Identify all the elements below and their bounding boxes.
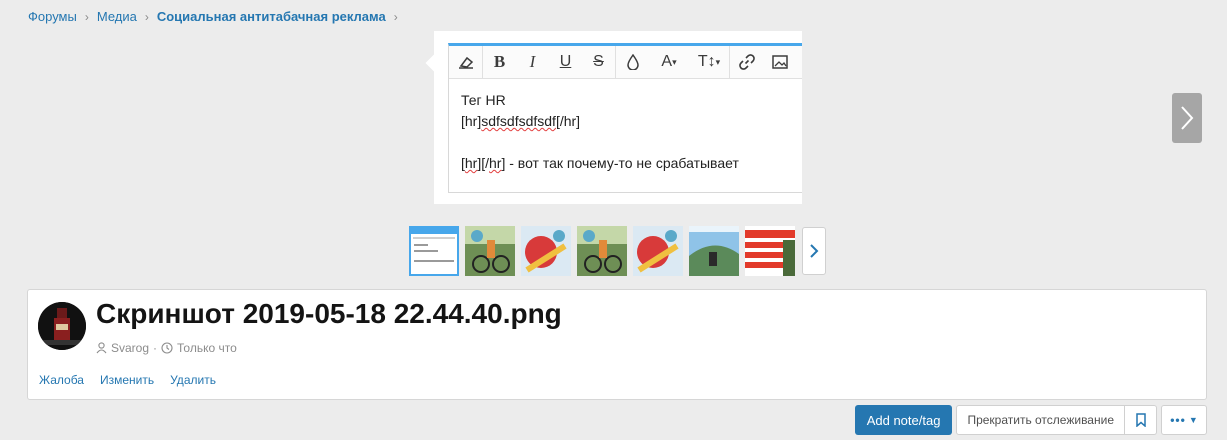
user-icon xyxy=(96,342,107,354)
add-note-button[interactable]: Add note/tag xyxy=(854,405,953,435)
eraser-icon xyxy=(449,46,482,79)
editor-line: [hr]sdfsdfsdfsdf[/hr] xyxy=(461,113,581,129)
page-title: Скриншот 2019-05-18 22.44.40.png xyxy=(96,298,562,329)
edit-link[interactable]: Изменить xyxy=(100,373,154,387)
thumbnail[interactable] xyxy=(465,226,515,276)
font-family-icon: A ▾ xyxy=(661,53,677,70)
strikethrough-icon: S xyxy=(593,53,604,70)
editor-content: Тег HR [hr]sdfsdfsdfsdf[/hr] [hr][/hr] -… xyxy=(449,79,802,185)
chevron-right-icon: › xyxy=(84,9,89,24)
more-options-button[interactable]: ••• ▼ xyxy=(1161,405,1207,435)
meta-separator: · xyxy=(153,341,158,355)
thumbnail[interactable] xyxy=(745,226,795,276)
next-image-button[interactable] xyxy=(1172,93,1202,143)
breadcrumb-category[interactable]: Социальная антитабачная реклама xyxy=(157,9,386,24)
link-icon xyxy=(730,46,763,79)
underline-icon: U xyxy=(559,53,572,70)
chevron-right-icon: › xyxy=(144,9,149,24)
author-link[interactable]: Svarog xyxy=(111,341,149,355)
media-meta: Svarog · Только что xyxy=(96,341,237,355)
media-image[interactable]: B I U S A ▾ T↕ ▾ Тег HR [hr]sdfsdfsdfsdf[/… xyxy=(434,31,802,204)
color-drop-icon xyxy=(616,46,649,79)
delete-link[interactable]: Удалить xyxy=(170,373,216,387)
thumbnails-next-button[interactable] xyxy=(802,227,826,275)
unwatch-button[interactable]: Прекратить отслеживание xyxy=(956,405,1125,435)
media-info-card: Скриншот 2019-05-18 22.44.40.png Svarog … xyxy=(27,289,1207,400)
bookmark-icon xyxy=(1135,413,1146,427)
chevron-right-icon xyxy=(810,244,819,258)
thumbnail[interactable] xyxy=(633,226,683,276)
bold-icon: B xyxy=(493,52,506,71)
clock-icon xyxy=(161,342,173,354)
chevron-right-icon: › xyxy=(393,9,398,24)
editor-screenshot: B I U S A ▾ T↕ ▾ Тег HR [hr]sdfsdfsdfsdf[/… xyxy=(448,43,802,193)
avatar[interactable] xyxy=(38,302,86,350)
italic-icon: I xyxy=(529,52,536,71)
image-icon xyxy=(763,46,796,79)
bottom-toolbar: Add note/tag Прекратить отслеживание •••… xyxy=(854,405,1207,435)
chevron-right-icon xyxy=(1181,106,1194,130)
thumbnail-strip xyxy=(409,226,795,276)
chevron-down-icon: ▼ xyxy=(1188,415,1198,425)
more-dots-icon: ••• xyxy=(1170,413,1186,427)
thumbnail[interactable] xyxy=(689,226,739,276)
thumbnail-current[interactable] xyxy=(409,226,459,276)
font-size-icon: T↕ ▾ xyxy=(697,53,721,70)
editor-line: [hr][/hr] - вот так почему-то не срабаты… xyxy=(461,155,739,171)
editor-toolbar: B I U S A ▾ T↕ ▾ xyxy=(449,45,802,79)
thumbnail[interactable] xyxy=(521,226,571,276)
timestamp: Только что xyxy=(177,341,237,355)
report-link[interactable]: Жалоба xyxy=(39,373,84,387)
breadcrumb-forums[interactable]: Форумы xyxy=(28,9,77,24)
breadcrumb-media[interactable]: Медиа xyxy=(97,9,137,24)
media-actions: Жалоба Изменить Удалить xyxy=(39,373,216,387)
editor-line: Тег HR xyxy=(461,92,506,108)
bookmark-button[interactable] xyxy=(1125,405,1157,435)
thumbnail[interactable] xyxy=(577,226,627,276)
breadcrumb: Форумы › Медиа › Социальная антитабачная… xyxy=(28,9,406,24)
